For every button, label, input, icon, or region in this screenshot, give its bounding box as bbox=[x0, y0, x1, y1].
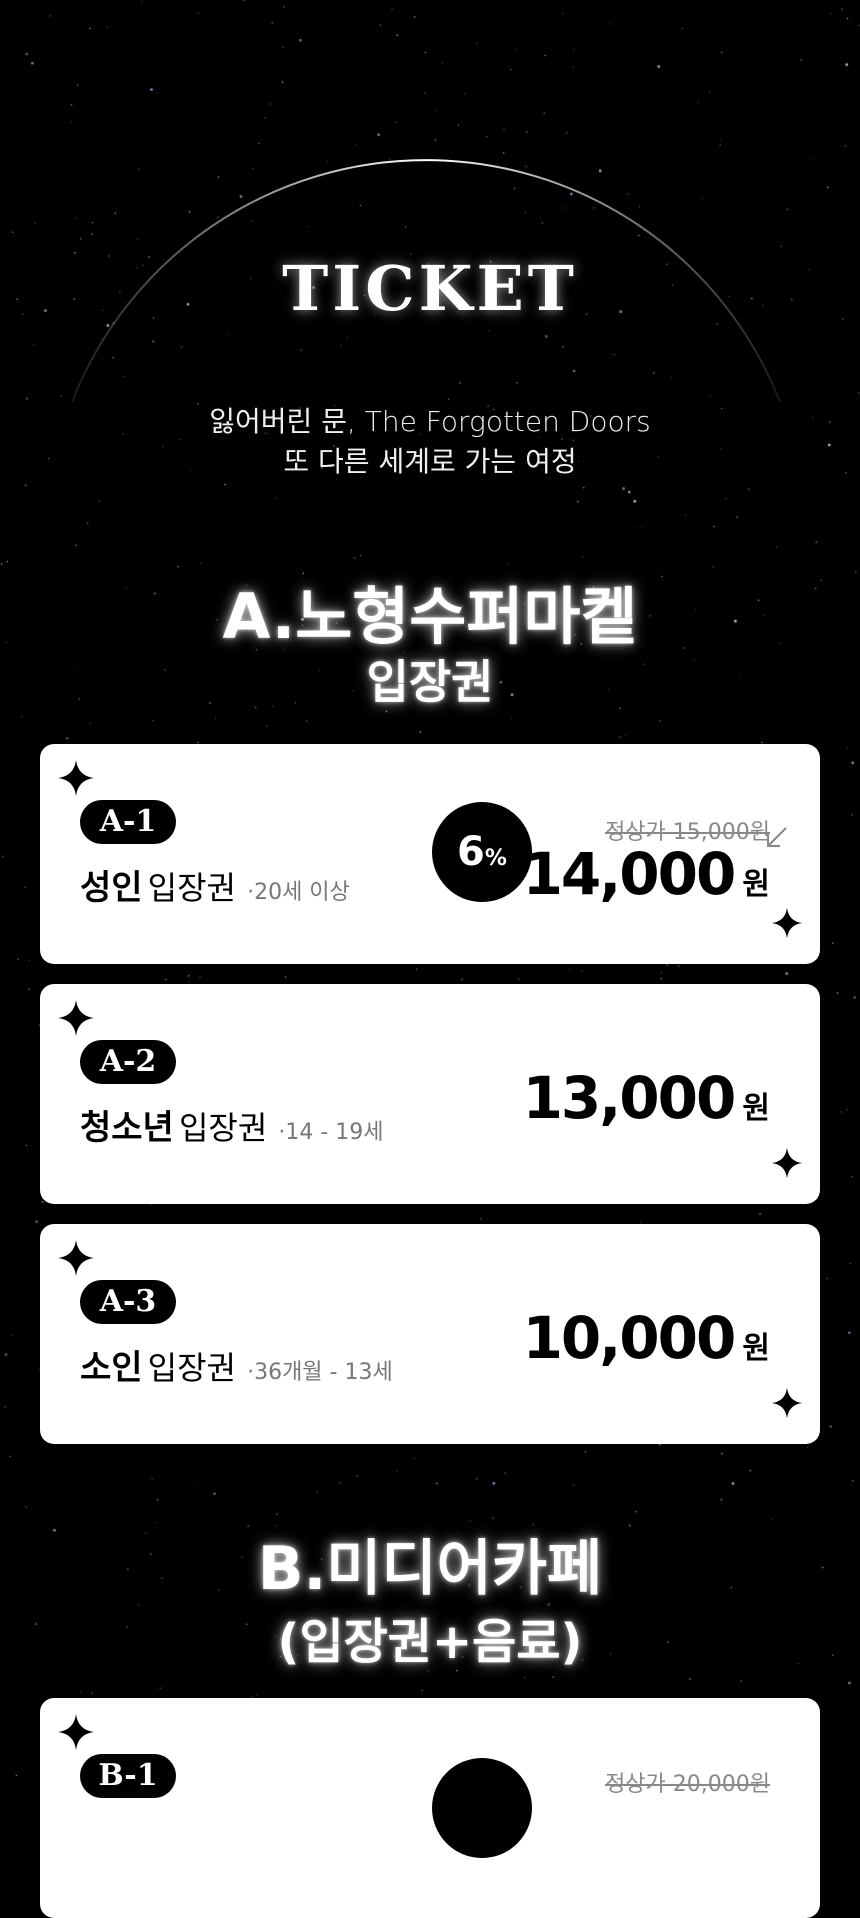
ticket-type: 청소년 bbox=[80, 1108, 174, 1148]
ticket-code-badge: A-2 bbox=[80, 1040, 176, 1084]
hero-subtitle-line1: 잃어버린 문, The Forgotten Doors bbox=[209, 405, 651, 438]
ticket-suffix: 입장권 bbox=[147, 869, 236, 907]
section-b-title: B.미디어카페 bbox=[257, 1534, 603, 1604]
section-a-subtitle: 입장권 bbox=[366, 655, 494, 709]
price-amount: 13,000 bbox=[522, 1064, 737, 1132]
sparkle-icon bbox=[771, 907, 803, 939]
ticket-label: 청소년 입장권 ·14 - 19세 bbox=[80, 1100, 384, 1149]
ticket-code-badge: A-3 bbox=[80, 1280, 176, 1324]
sparkle-icon bbox=[58, 1240, 94, 1276]
sparkle-icon bbox=[58, 1000, 94, 1036]
section-b-subtitle: (입장권+음료) bbox=[277, 1614, 583, 1670]
ticket-label: 성인 입장권 ·20세 이상 bbox=[80, 860, 350, 909]
price: 13,000 원 bbox=[523, 1064, 770, 1132]
price-unit: 원 bbox=[742, 1091, 770, 1126]
discount-number: 6 bbox=[457, 829, 485, 875]
sparkle-icon bbox=[58, 760, 94, 796]
price: 14,000 원 bbox=[523, 840, 770, 908]
ticket-card-a1[interactable]: A-1 성인 입장권 ·20세 이상 6% 정상가 15,000원 14,000… bbox=[40, 744, 820, 964]
ticket-age: ·36개월 - 13세 bbox=[247, 1360, 393, 1385]
ticket-label: 소인 입장권 ·36개월 - 13세 bbox=[80, 1340, 393, 1389]
price: 10,000 원 bbox=[523, 1304, 770, 1372]
original-price: 정상가 20,000원 bbox=[605, 1772, 770, 1797]
ticket-suffix: 입장권 bbox=[178, 1109, 268, 1147]
ticket-card-a3[interactable]: A-3 소인 입장권 ·36개월 - 13세 10,000 원 bbox=[40, 1224, 820, 1444]
price-unit: 원 bbox=[742, 867, 770, 902]
price-amount: 10,000 bbox=[522, 1304, 737, 1372]
ticket-code-badge: A-1 bbox=[80, 800, 176, 844]
ticket-age: ·20세 이상 bbox=[247, 880, 350, 905]
ticket-type: 소인 bbox=[80, 1348, 143, 1388]
section-a-title: A.노형수퍼마켙 bbox=[222, 580, 638, 653]
discount-badge bbox=[432, 1758, 532, 1858]
ticket-age: ·14 - 19세 bbox=[278, 1120, 384, 1145]
discount-symbol: % bbox=[484, 846, 507, 871]
ticket-card-a2[interactable]: A-2 청소년 입장권 ·14 - 19세 13,000 원 bbox=[40, 984, 820, 1204]
hero-subtitle-line2: 또 다른 세계로 가는 여정 bbox=[283, 445, 577, 478]
ticket-card-b1[interactable]: B-1 정상가 20,000원 bbox=[40, 1698, 820, 1918]
price-amount: 14,000 bbox=[522, 840, 737, 908]
page-title: TICKET bbox=[282, 252, 578, 325]
ticket-suffix: 입장권 bbox=[147, 1349, 236, 1387]
sparkle-icon bbox=[58, 1714, 94, 1750]
discount-badge: 6% bbox=[432, 802, 532, 902]
price-unit: 원 bbox=[742, 1331, 770, 1366]
ticket-type: 성인 bbox=[80, 868, 143, 908]
sparkle-icon bbox=[771, 1387, 803, 1419]
sparkle-icon bbox=[771, 1147, 803, 1179]
ticket-code-badge: B-1 bbox=[80, 1754, 176, 1798]
